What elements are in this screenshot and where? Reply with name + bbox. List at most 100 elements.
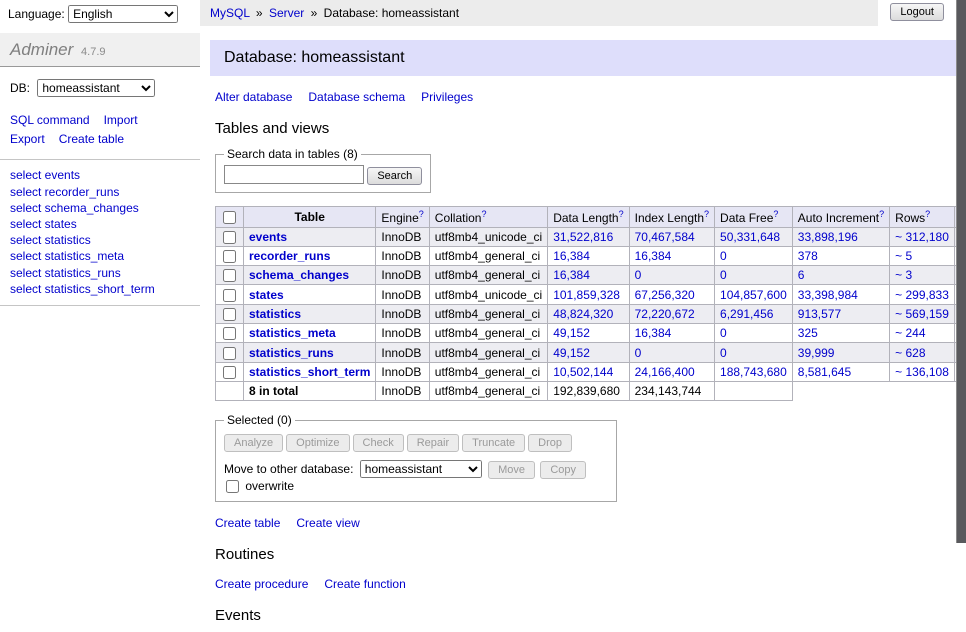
row-checkbox-statistics-short-term[interactable]	[223, 366, 236, 379]
sidebar-table-links: select eventsselect recorder_runsselect …	[0, 159, 200, 306]
repair-button[interactable]: Repair	[407, 434, 459, 452]
search-input[interactable]	[224, 165, 364, 184]
rows-cell: ~ 628	[890, 343, 955, 362]
row-check-cell	[216, 362, 244, 381]
column-help-link[interactable]: ?	[704, 209, 709, 219]
db-nav-link-alter-database[interactable]: Alter database	[215, 90, 292, 104]
row-checkbox-states[interactable]	[223, 289, 236, 302]
column-header-data-free: Data Free?	[715, 206, 793, 227]
drop-button[interactable]: Drop	[528, 434, 572, 452]
rows-link-statistics-meta[interactable]: ~ 244	[895, 326, 925, 340]
table-link-events[interactable]: events	[249, 230, 287, 244]
row-checkbox-events[interactable]	[223, 231, 236, 244]
auto-increment-cell: 33,898,196	[792, 227, 889, 246]
rows-cell: ~ 5	[890, 246, 955, 265]
table-link-statistics-short-term[interactable]: statistics_short_term	[249, 365, 370, 379]
sidebar-table-link-select-statistics-meta[interactable]: select statistics_meta	[10, 248, 190, 264]
selected-actions-row: AnalyzeOptimizeCheckRepairTruncateDrop	[224, 431, 608, 458]
adminer-version: 4.7.9	[81, 46, 105, 58]
table-link-statistics-meta[interactable]: statistics_meta	[249, 326, 336, 340]
db-nav-link-privileges[interactable]: Privileges	[421, 90, 473, 104]
select-all-checkbox[interactable]	[223, 211, 236, 224]
index-length-cell: 72,220,672	[629, 304, 714, 323]
create-link-create-view[interactable]: Create view	[296, 516, 359, 530]
rows-link-statistics-short-term[interactable]: ~ 136,108	[895, 365, 949, 379]
language-area: Language: English	[0, 0, 200, 26]
rows-link-statistics[interactable]: ~ 569,159	[895, 307, 949, 321]
copy-button[interactable]: Copy	[540, 461, 586, 479]
truncate-button[interactable]: Truncate	[462, 434, 525, 452]
table-name-cell: events	[244, 227, 376, 246]
table-header-row: TableEngine?Collation?Data Length?Index …	[216, 206, 966, 227]
create-link-create-table[interactable]: Create table	[215, 516, 280, 530]
rows-cell: ~ 136,108	[890, 362, 955, 381]
db-select[interactable]: homeassistant	[37, 79, 155, 97]
routines-link-create-function[interactable]: Create function	[324, 577, 405, 591]
vertical-scrollbar[interactable]	[956, 0, 966, 543]
column-help-link[interactable]: ?	[419, 209, 424, 219]
selected-fieldset: Selected (0) AnalyzeOptimizeCheckRepairT…	[215, 413, 617, 502]
sidebar-action-sql-command[interactable]: SQL command	[10, 111, 90, 130]
sidebar-table-link-select-schema-changes[interactable]: select schema_changes	[10, 200, 190, 216]
breadcrumb-mysql-link[interactable]: MySQL	[210, 6, 250, 20]
engine-cell: InnoDB	[376, 304, 429, 323]
table-name-cell: statistics_short_term	[244, 362, 376, 381]
db-selector-row: DB: homeassistant	[0, 67, 200, 103]
table-link-states[interactable]: states	[249, 288, 284, 302]
search-button[interactable]: Search	[367, 167, 422, 185]
row-checkbox-statistics-meta[interactable]	[223, 327, 236, 340]
index-length-cell: 0	[629, 266, 714, 285]
rows-link-states[interactable]: ~ 299,833	[895, 288, 949, 302]
row-check-cell	[216, 246, 244, 265]
row-checkbox-statistics-runs[interactable]	[223, 347, 236, 360]
breadcrumb-server-link[interactable]: Server	[269, 6, 304, 20]
table-link-recorder-runs[interactable]: recorder_runs	[249, 249, 330, 263]
routines-link-create-procedure[interactable]: Create procedure	[215, 577, 308, 591]
sidebar-action-import[interactable]: Import	[104, 111, 138, 130]
column-help-link[interactable]: ?	[925, 209, 930, 219]
sidebar-action-export[interactable]: Export	[10, 130, 45, 149]
table-link-schema-changes[interactable]: schema_changes	[249, 268, 349, 282]
column-header-label: Rows	[895, 211, 925, 225]
column-help-link[interactable]: ?	[773, 209, 778, 219]
row-checkbox-recorder-runs[interactable]	[223, 250, 236, 263]
rows-link-recorder-runs[interactable]: ~ 5	[895, 249, 912, 263]
column-help-link[interactable]: ?	[879, 209, 884, 219]
rows-cell: ~ 299,833	[890, 285, 955, 304]
db-nav-link-database-schema[interactable]: Database schema	[308, 90, 405, 104]
language-select[interactable]: English	[68, 5, 178, 23]
table-row-statistics-runs: statistics_runsInnoDButf8mb4_general_ci4…	[216, 343, 966, 362]
search-fieldset: Search data in tables (8) Search	[215, 147, 431, 193]
move-db-select[interactable]: homeassistant	[360, 460, 482, 478]
table-link-statistics[interactable]: statistics	[249, 307, 301, 321]
sidebar-table-link-select-statistics[interactable]: select statistics	[10, 232, 190, 248]
move-label: Move to other database:	[224, 462, 353, 476]
move-button[interactable]: Move	[488, 461, 535, 479]
column-header-label: Auto Increment	[798, 211, 879, 225]
sidebar-table-link-select-events[interactable]: select events	[10, 167, 190, 183]
rows-cell: ~ 312,180	[890, 227, 955, 246]
sidebar-table-link-select-statistics-runs[interactable]: select statistics_runs	[10, 265, 190, 281]
column-help-link[interactable]: ?	[619, 209, 624, 219]
analyze-button[interactable]: Analyze	[224, 434, 283, 452]
data-length-cell: 49,152	[548, 343, 629, 362]
overwrite-checkbox[interactable]	[226, 480, 239, 493]
sidebar-action-create-table[interactable]: Create table	[59, 130, 124, 149]
row-checkbox-statistics[interactable]	[223, 308, 236, 321]
row-checkbox-schema-changes[interactable]	[223, 269, 236, 282]
rows-link-events[interactable]: ~ 312,180	[895, 230, 949, 244]
rows-link-schema-changes[interactable]: ~ 3	[895, 268, 912, 282]
logout-button[interactable]: Logout	[890, 3, 944, 21]
data-length-cell: 49,152	[548, 324, 629, 343]
collation-cell: utf8mb4_general_ci	[429, 343, 547, 362]
sidebar-table-link-select-recorder-runs[interactable]: select recorder_runs	[10, 184, 190, 200]
sidebar-table-link-select-statistics-short-term[interactable]: select statistics_short_term	[10, 281, 190, 297]
rows-link-statistics-runs[interactable]: ~ 628	[895, 346, 925, 360]
column-help-link[interactable]: ?	[481, 209, 486, 219]
column-header-label: Data Length	[553, 211, 618, 225]
table-link-statistics-runs[interactable]: statistics_runs	[249, 346, 334, 360]
column-header-label: Collation	[435, 211, 482, 225]
optimize-button[interactable]: Optimize	[286, 434, 349, 452]
check-button[interactable]: Check	[353, 434, 404, 452]
sidebar-table-link-select-states[interactable]: select states	[10, 216, 190, 232]
